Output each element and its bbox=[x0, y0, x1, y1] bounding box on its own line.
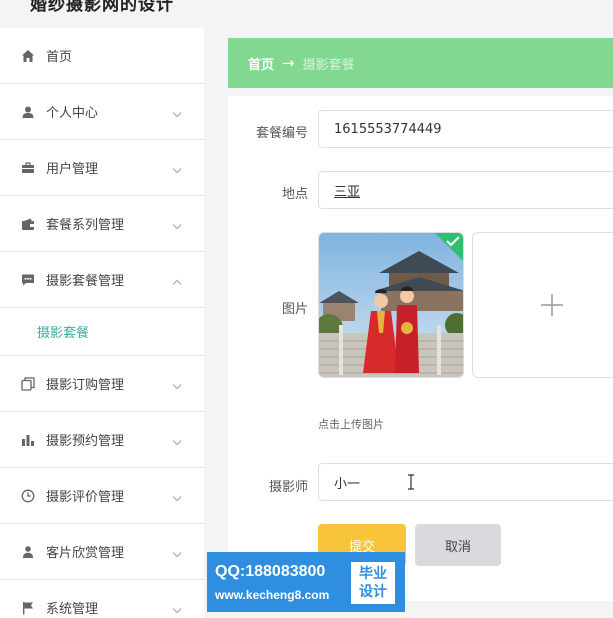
breadcrumb-current: 摄影套餐 bbox=[302, 57, 355, 73]
package-no-input[interactable]: 1615553774449 bbox=[318, 110, 613, 148]
home-icon bbox=[20, 48, 36, 64]
breadcrumb: 首页 → 摄影套餐 bbox=[228, 38, 613, 88]
wedding-photo bbox=[319, 233, 463, 377]
sidebar-item-user-management[interactable]: 用户管理 bbox=[0, 140, 204, 196]
sidebar-item-personal-center[interactable]: 个人中心 bbox=[0, 84, 204, 140]
upload-hint: 点击上传图片 bbox=[318, 418, 384, 431]
sidebar-item-label: 首页 bbox=[46, 50, 73, 65]
wallet-icon bbox=[20, 216, 36, 232]
main-content: 首页 → 摄影套餐 套餐编号 1615553774449 地点 三亚 图片 点击… bbox=[228, 38, 613, 618]
chevron-down-icon bbox=[172, 374, 182, 393]
photographer-label: 摄影师 bbox=[268, 480, 308, 495]
watermark-badge: 毕业 设计 bbox=[351, 562, 395, 604]
sidebar: 首页 个人中心 用户管理 套餐系列管理 摄影套餐管理 摄影套餐 摄影订购管理 摄… bbox=[0, 28, 204, 618]
uploaded-image-thumbnail[interactable] bbox=[318, 232, 464, 378]
location-value: 三亚 bbox=[334, 184, 361, 200]
user-icon bbox=[20, 104, 36, 120]
sidebar-item-client-photos[interactable]: 客片欣赏管理 bbox=[0, 524, 204, 580]
plus-icon bbox=[541, 294, 563, 316]
sidebar-item-label: 摄影评价管理 bbox=[46, 490, 125, 505]
person-icon bbox=[20, 544, 36, 560]
sidebar-item-label: 系统管理 bbox=[46, 602, 99, 617]
arrow-right-icon: → bbox=[282, 54, 295, 72]
sidebar-item-system[interactable]: 系统管理 bbox=[0, 580, 204, 618]
sidebar-item-photo-package[interactable]: 摄影套餐管理 bbox=[0, 252, 204, 308]
chat-icon bbox=[20, 272, 36, 288]
watermark-banner: QQ:188083800 www.kecheng8.com 毕业 设计 bbox=[207, 552, 405, 612]
submenu-item-photo-package[interactable]: 摄影套餐 bbox=[0, 308, 204, 356]
image-upload-button[interactable] bbox=[472, 232, 613, 378]
package-form: 套餐编号 1615553774449 地点 三亚 图片 点击上传图片 摄影师 小… bbox=[228, 96, 613, 601]
text-cursor-icon bbox=[407, 474, 415, 494]
location-input[interactable]: 三亚 bbox=[318, 171, 613, 209]
flag-icon bbox=[20, 600, 36, 616]
watermark-badge-line1: 毕业 bbox=[359, 566, 387, 582]
clock-icon bbox=[20, 488, 36, 504]
sidebar-item-package-series[interactable]: 套餐系列管理 bbox=[0, 196, 204, 252]
sidebar-item-photo-appointment[interactable]: 摄影预约管理 bbox=[0, 412, 204, 468]
sidebar-item-label: 摄影订购管理 bbox=[46, 378, 125, 393]
bar-chart-icon bbox=[20, 432, 36, 448]
watermark-badge-line2: 设计 bbox=[359, 584, 387, 600]
app-title: 婚纱摄影网的设计 bbox=[30, 0, 174, 15]
chevron-down-icon bbox=[172, 486, 182, 505]
chevron-down-icon bbox=[172, 542, 182, 561]
sidebar-item-label: 客片欣赏管理 bbox=[46, 546, 125, 561]
copy-icon bbox=[20, 376, 36, 392]
location-label: 地点 bbox=[281, 187, 308, 202]
sidebar-item-photo-order[interactable]: 摄影订购管理 bbox=[0, 356, 204, 412]
breadcrumb-home[interactable]: 首页 bbox=[248, 54, 274, 73]
watermark-url: www.kecheng8.com bbox=[215, 588, 330, 602]
photographer-input[interactable]: 小一 bbox=[318, 463, 613, 501]
chevron-down-icon bbox=[172, 158, 182, 177]
sidebar-item-label: 个人中心 bbox=[46, 106, 99, 121]
sidebar-item-label: 摄影预约管理 bbox=[46, 434, 125, 449]
sidebar-item-label: 套餐系列管理 bbox=[46, 218, 125, 233]
chevron-up-icon bbox=[172, 270, 182, 289]
package-no-label: 套餐编号 bbox=[255, 126, 308, 141]
cancel-button[interactable]: 取消 bbox=[415, 524, 501, 566]
sidebar-item-home[interactable]: 首页 bbox=[0, 28, 204, 84]
sidebar-item-label: 用户管理 bbox=[46, 162, 99, 177]
chevron-down-icon bbox=[172, 598, 182, 617]
sidebar-item-photo-review[interactable]: 摄影评价管理 bbox=[0, 468, 204, 524]
briefcase-icon bbox=[20, 160, 36, 176]
photographer-value: 小一 bbox=[334, 476, 361, 492]
image-label: 图片 bbox=[281, 302, 308, 317]
sidebar-item-label: 摄影套餐管理 bbox=[46, 274, 125, 289]
chevron-down-icon bbox=[172, 214, 182, 233]
chevron-down-icon bbox=[172, 430, 182, 449]
chevron-down-icon bbox=[172, 102, 182, 121]
watermark-qq: QQ:188083800 bbox=[215, 563, 326, 580]
